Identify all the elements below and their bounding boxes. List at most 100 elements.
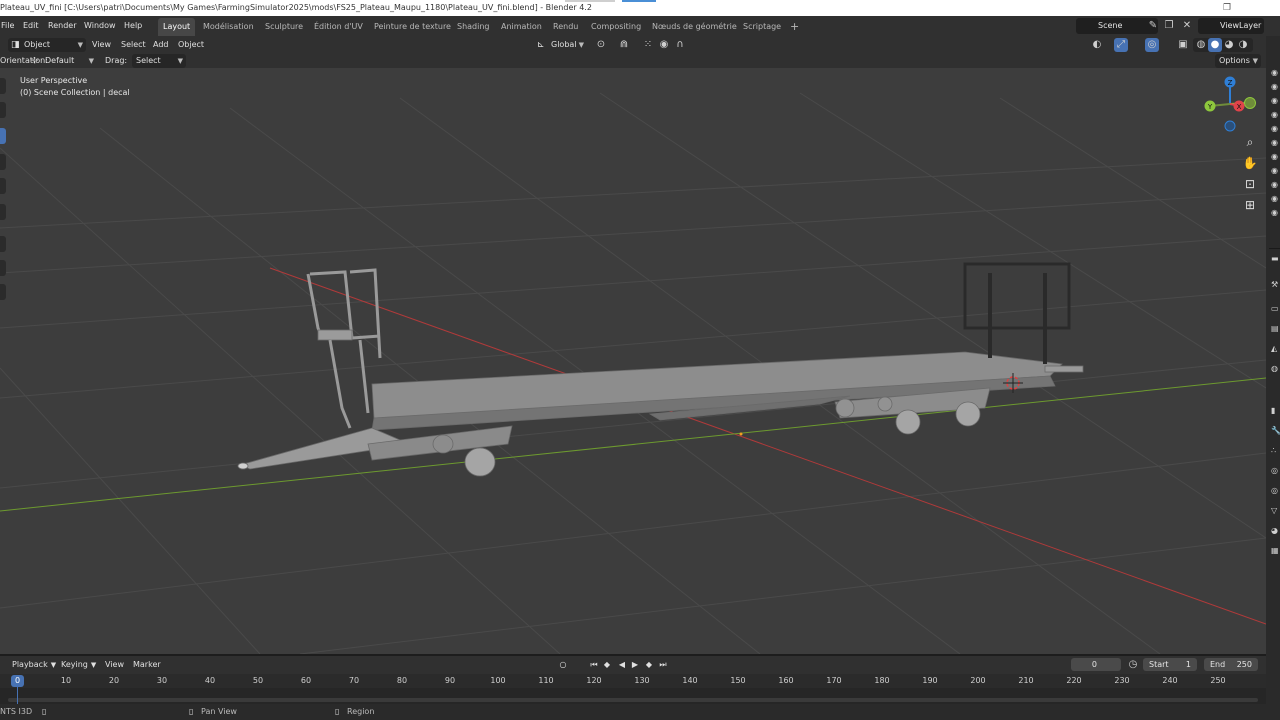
3d-viewport[interactable]: Z Y X User Perspective (0) Scene Collect… (0, 68, 1266, 654)
restore-icon[interactable]: ❐ (1212, 0, 1242, 16)
select-menu[interactable]: Select (121, 38, 146, 52)
solid-shading-icon[interactable]: ● (1208, 38, 1222, 52)
orientation-setting-dropdown[interactable]: ⊹ Default ▼ (31, 54, 97, 68)
jump-start-icon[interactable]: ⏮ (588, 659, 600, 671)
drag-setting-dropdown[interactable]: Select Box ▼ (132, 54, 186, 79)
tab-layout[interactable]: Layout (158, 18, 196, 36)
pivot-point-icon[interactable]: ⊙ (594, 38, 608, 52)
menu-file[interactable]: File (1, 16, 14, 36)
play-icon[interactable]: ▶ (629, 659, 641, 671)
timeline-ruler[interactable]: 0 10 20 30 40 50 60 70 80 90 100 110 120… (0, 674, 1266, 688)
data-properties-icon[interactable]: ▽ (1271, 506, 1280, 515)
outliner-visibility-icon[interactable]: ◉ (1271, 82, 1280, 91)
pin-icon[interactable]: ✎ (1146, 19, 1160, 33)
visibility-icon[interactable]: ◐ (1090, 38, 1104, 52)
tool-add-cube[interactable] (0, 284, 6, 300)
pan-hand-icon[interactable]: ✋ (1240, 153, 1260, 173)
modifier-properties-icon[interactable]: 🔧 (1271, 426, 1280, 435)
jump-end-icon[interactable]: ⏭ (657, 659, 669, 671)
start-frame-field[interactable]: Start 1 (1143, 658, 1197, 671)
marker-menu[interactable]: Marker (133, 658, 161, 672)
tab-sculpture[interactable]: Sculpture (260, 18, 308, 36)
constraints-properties-icon[interactable]: ◎ (1271, 486, 1280, 495)
add-workspace-button[interactable]: + (785, 18, 804, 36)
tab-uv-editing[interactable]: Édition d'UV (309, 18, 368, 36)
keying-menu[interactable]: Keying ▼ (61, 658, 96, 672)
remove-scene-icon[interactable]: ✕ (1180, 19, 1194, 33)
particles-properties-icon[interactable]: ∴ (1271, 446, 1280, 455)
outliner-visibility-icon[interactable]: ◉ (1271, 68, 1280, 77)
outliner-visibility-icon[interactable]: ◉ (1271, 124, 1280, 133)
tool-transform[interactable] (0, 204, 6, 220)
snap-icon[interactable]: ⋒ (617, 38, 631, 52)
play-reverse-icon[interactable]: ◀ (616, 659, 628, 671)
current-frame-field[interactable]: 0 (1071, 658, 1121, 671)
gizmo-toggle-icon[interactable]: ⤢ (1114, 38, 1128, 52)
playhead[interactable]: 0 (11, 675, 24, 687)
end-frame-field[interactable]: End 250 (1204, 658, 1258, 671)
tool-measure[interactable] (0, 260, 6, 276)
new-scene-icon[interactable]: ❐ (1162, 19, 1176, 33)
tab-modelisation[interactable]: Modélisation (198, 18, 259, 36)
tool-scale[interactable] (0, 178, 6, 194)
object-properties-icon[interactable]: ▮ (1271, 406, 1280, 415)
orthographic-grid-icon[interactable]: ⊞ (1240, 195, 1260, 215)
zoom-icon[interactable]: ⌕ (1240, 132, 1260, 152)
outliner-visibility-icon[interactable]: ◉ (1271, 166, 1280, 175)
camera-view-icon[interactable]: ⊡ (1240, 174, 1260, 194)
clock-icon[interactable]: ◷ (1126, 658, 1140, 672)
texture-properties-icon[interactable]: ▦ (1271, 546, 1280, 555)
snap-target-icon[interactable]: ⁙ (641, 38, 655, 52)
overlays-toggle-icon[interactable]: ◎ (1145, 38, 1159, 52)
outliner-visibility-icon[interactable]: ◉ (1271, 194, 1280, 203)
outliner-visibility-icon[interactable]: ◉ (1271, 96, 1280, 105)
menu-render[interactable]: Render (48, 16, 76, 36)
render-properties-icon[interactable]: ⚒ (1271, 280, 1280, 289)
material-preview-icon[interactable]: ◕ (1222, 38, 1236, 52)
view-layer-properties-icon[interactable]: ▤ (1271, 324, 1280, 333)
options-dropdown[interactable]: Options ▼ (1215, 54, 1261, 68)
tab-rendu[interactable]: Rendu (548, 18, 583, 36)
mode-dropdown[interactable]: ◨ Object Mode ▼ (8, 38, 86, 63)
menu-help[interactable]: Help (124, 16, 142, 36)
tool-annotate[interactable] (0, 236, 6, 252)
tab-compositing[interactable]: Compositing (586, 18, 646, 36)
scene-properties-icon[interactable]: ◭ (1271, 344, 1280, 353)
view-menu[interactable]: View (92, 38, 111, 52)
tool-move[interactable] (0, 128, 6, 144)
world-properties-icon[interactable]: ◍ (1271, 364, 1280, 373)
add-menu[interactable]: Add (153, 38, 169, 52)
object-menu[interactable]: Object (178, 38, 204, 52)
outliner-visibility-icon[interactable]: ◉ (1271, 152, 1280, 161)
tab-scripting[interactable]: Scriptage (738, 18, 786, 36)
jump-keyframe-back-icon[interactable]: ◆ (601, 659, 613, 671)
outliner-visibility-icon[interactable]: ◉ (1271, 208, 1280, 217)
physics-properties-icon[interactable]: ◎ (1271, 466, 1280, 475)
tab-geometry-nodes[interactable]: Nœuds de géométrie (647, 18, 742, 36)
rendered-shading-icon[interactable]: ◑ (1236, 38, 1250, 52)
tool-properties-icon[interactable]: ▬ (1271, 254, 1280, 263)
proportional-edit-icon[interactable]: ◉ (657, 38, 671, 52)
timeline-scrollbar[interactable] (8, 698, 1258, 702)
tool-cursor[interactable] (0, 102, 6, 118)
orientation-dropdown[interactable]: ⊾ Global ▼ (537, 38, 587, 52)
tab-texture-paint[interactable]: Peinture de texture (369, 18, 456, 36)
viewport-canvas[interactable]: Z Y X (0, 68, 1266, 654)
wireframe-shading-icon[interactable]: ◍ (1194, 38, 1208, 52)
menu-window[interactable]: Window (84, 16, 116, 36)
tab-animation[interactable]: Animation (496, 18, 547, 36)
output-properties-icon[interactable]: ▭ (1271, 304, 1280, 313)
jump-keyframe-forward-icon[interactable]: ◆ (643, 659, 655, 671)
tool-rotate[interactable] (0, 154, 6, 170)
xray-icon[interactable]: ▣ (1176, 38, 1190, 52)
falloff-icon[interactable]: ∩ (673, 38, 687, 52)
view-layer-selector[interactable]: ViewLayer (1198, 18, 1264, 34)
timeline-view-menu[interactable]: View (105, 658, 124, 672)
auto-keying-icon[interactable]: ○ (557, 659, 569, 671)
playback-menu[interactable]: Playback ▼ (12, 658, 56, 672)
outliner-visibility-icon[interactable]: ◉ (1271, 138, 1280, 147)
outliner-visibility-icon[interactable]: ◉ (1271, 180, 1280, 189)
tool-select-box[interactable] (0, 78, 6, 94)
tab-shading[interactable]: Shading (452, 18, 495, 36)
outliner-visibility-icon[interactable]: ◉ (1271, 110, 1280, 119)
